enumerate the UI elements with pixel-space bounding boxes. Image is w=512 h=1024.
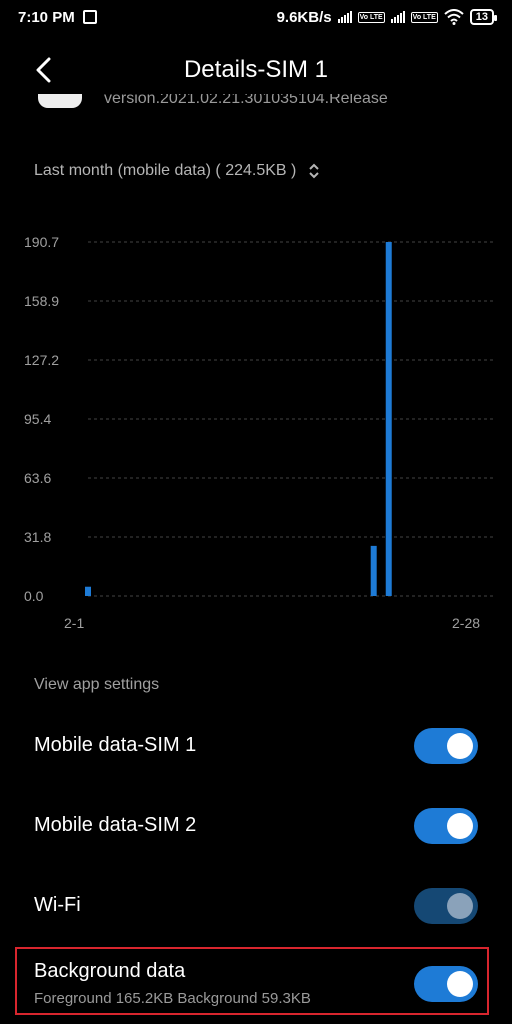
y-tick-label: 158.9 [24,293,59,309]
header: Details-SIM 1 [0,46,512,94]
y-tick-label: 190.7 [24,234,59,250]
usage-bar [370,545,377,596]
status-bar: 7:10 PM 9.6KB/s Vo LTE Vo LTE 13 [0,0,512,34]
setting-mobile-data-sim1: Mobile data-SIM 1 [0,710,512,782]
status-time: 7:10 PM [18,8,75,26]
wifi-icon [444,9,464,25]
app-info-row: version.2021.02.21.301035104.Release [0,94,512,122]
y-tick-label: 31.8 [24,529,51,545]
volte-badge-2: Vo LTE [410,11,438,23]
setting-mobile-data-sim2: Mobile data-SIM 2 [0,790,512,862]
mobile-data-sim2-toggle[interactable] [414,808,478,844]
y-tick-label: 0.0 [24,588,44,604]
sim-card-icon [82,10,97,24]
mobile-data-sim1-toggle[interactable] [414,728,478,764]
y-tick-label: 63.6 [24,470,51,486]
range-label: Last month (mobile data) ( 224.5KB ) [34,162,297,179]
network-speed: 9.6KB/s [276,8,332,26]
signal-strength-icon [337,11,352,23]
usage-bar [385,242,392,596]
app-version: version.2021.02.21.301035104.Release [104,94,388,107]
setting-label: Mobile data-SIM 2 [34,814,197,836]
y-tick-label: 95.4 [24,411,51,427]
volte-badge: Vo LTE [357,11,385,23]
section-label: View app settings [34,676,160,693]
highlight-box [15,947,489,1015]
expand-icon [309,163,320,179]
usage-chart: 190.7 158.9 127.2 95.4 63.6 31.8 0.0 2-1 2-28 [24,234,494,631]
setting-wifi: Wi-Fi [0,870,512,942]
setting-label: Mobile data-SIM 1 [34,734,197,756]
battery-icon: 13 [469,9,498,25]
x-start-label: 2-1 [64,615,84,631]
page-title: Details-SIM 1 [183,56,329,83]
range-selector[interactable]: Last month (mobile data) ( 224.5KB ) [34,162,320,180]
signal-strength-icon-2 [390,11,405,23]
wifi-toggle[interactable] [414,888,478,924]
app-icon [38,94,82,108]
x-end-label: 2-28 [452,615,480,631]
usage-bar [85,586,91,596]
y-tick-label: 127.2 [24,352,59,368]
setting-label: Wi-Fi [34,894,81,916]
